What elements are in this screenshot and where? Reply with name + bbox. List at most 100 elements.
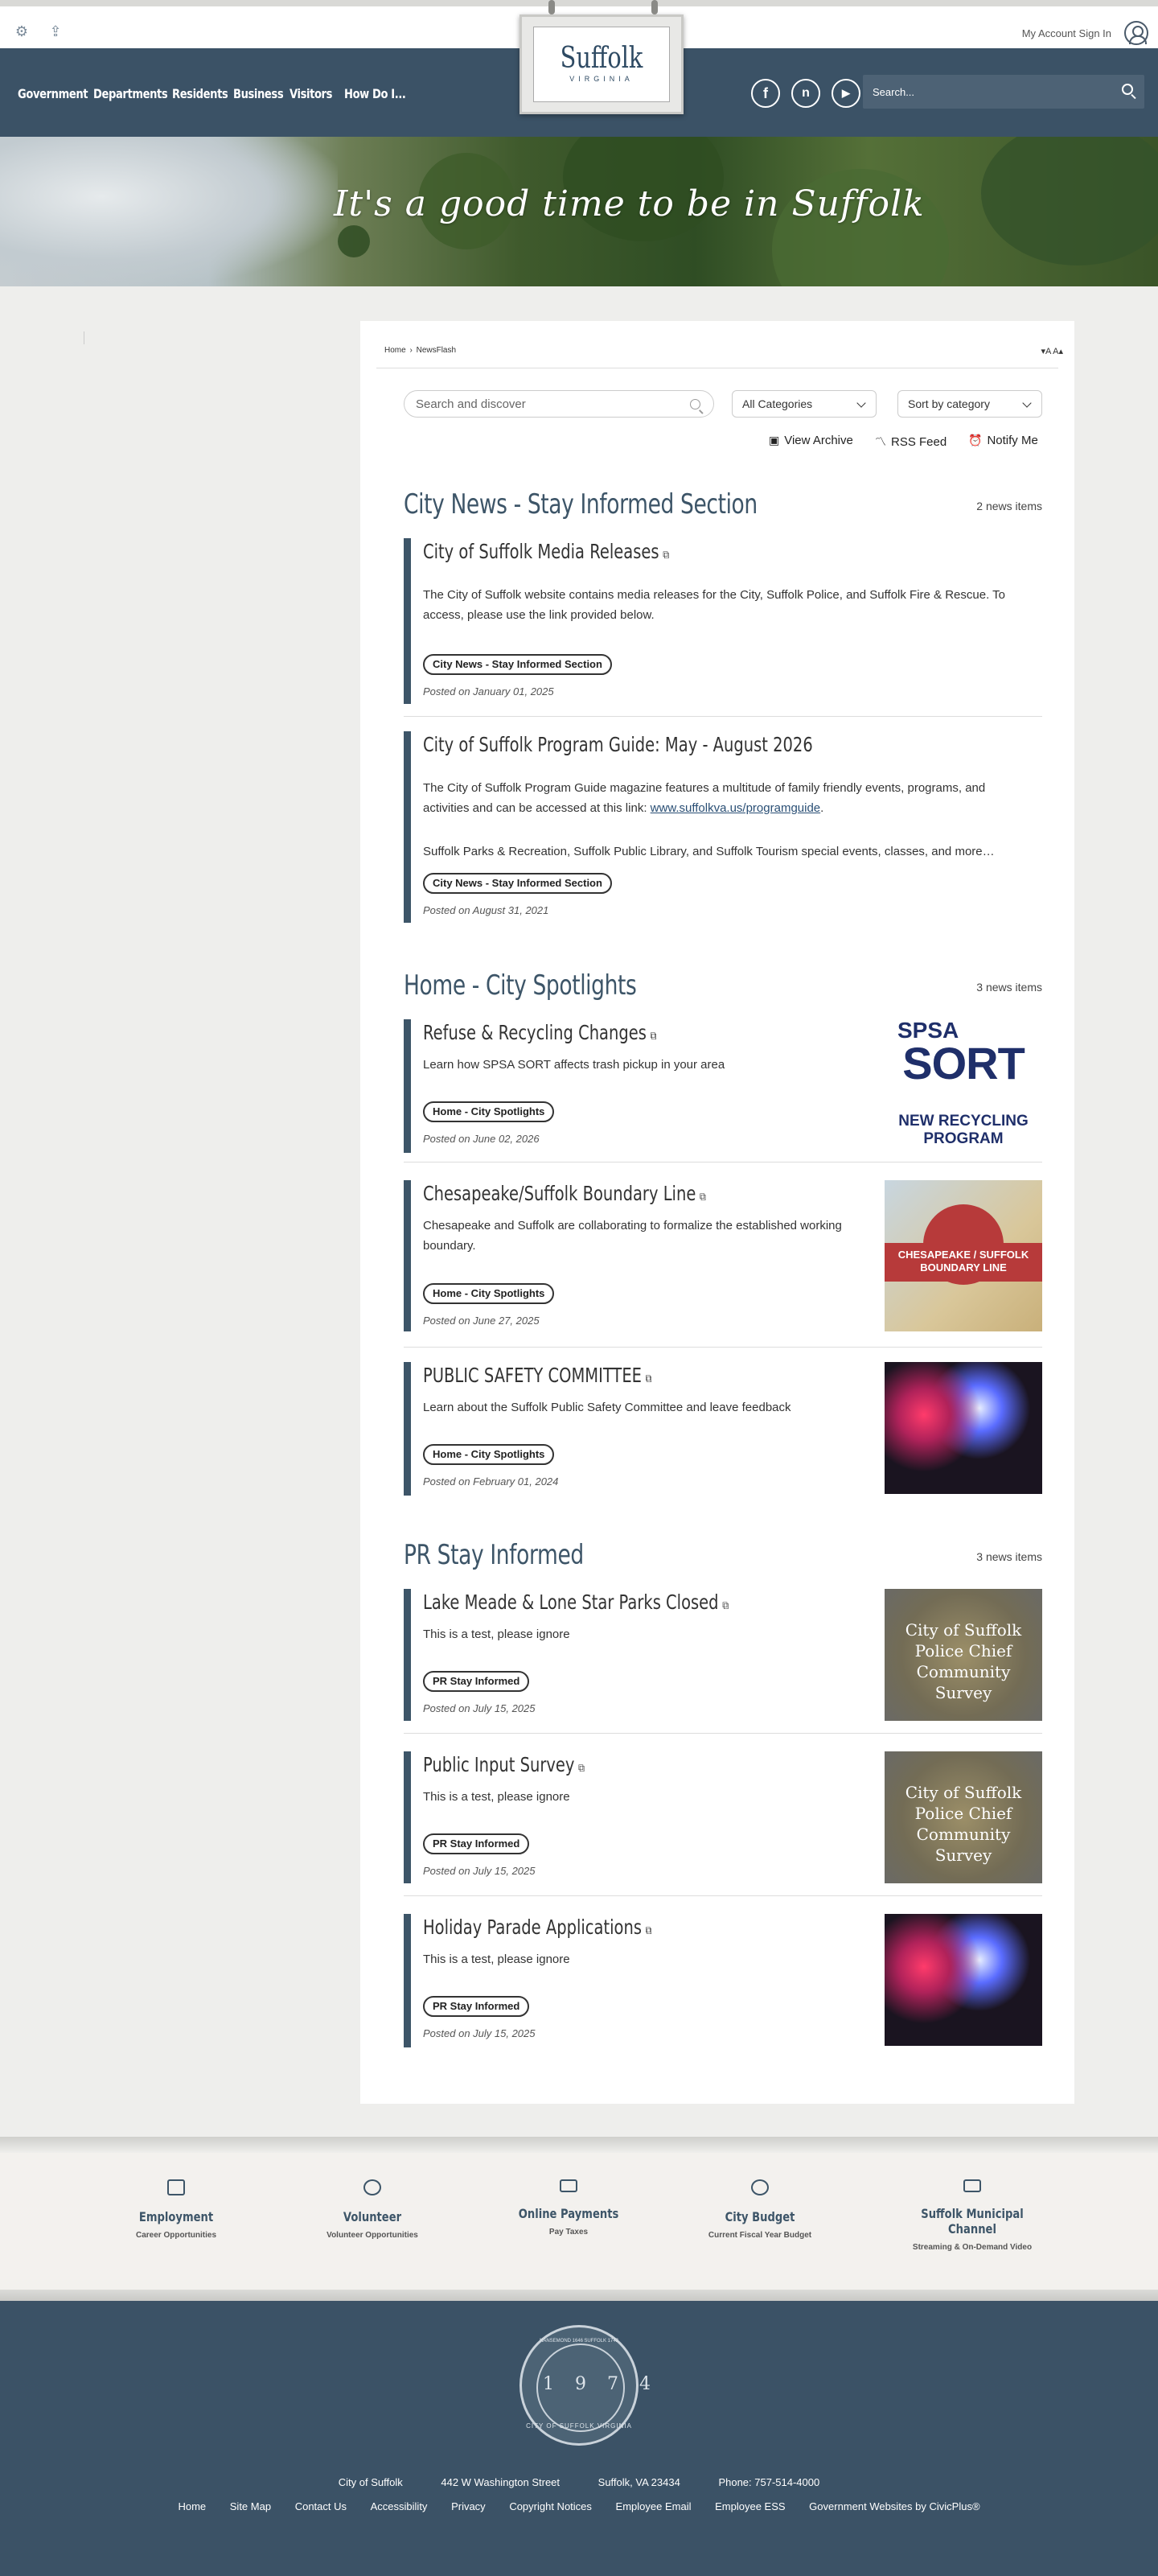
image-text: NEW RECYCLING [898,1113,1029,1130]
nav-item-departments[interactable]: Departments [93,86,168,101]
footer-address: City of Suffolk 442 W Washington Street … [0,2476,1158,2488]
seal-text: SUFFOLK 1742 [584,2339,618,2344]
breadcrumb: Home › NewsFlash [384,346,458,355]
news-item-title-text: Chesapeake/Suffolk Boundary Line [423,1182,696,1205]
posted-date: Posted on August 31, 2021 [423,904,549,916]
section-count: 3 news items [976,981,1042,994]
quick-link-subtitle: Streaming & On-Demand Video [912,2243,1033,2252]
footer-link-contact[interactable]: Contact Us [295,2500,347,2512]
gear-icon[interactable]: ⚙ [13,23,31,40]
survey-image[interactable]: City of Suffolk Police Chief Community S… [885,1751,1042,1883]
nav-item-government[interactable]: Government [18,86,88,101]
account-sign-in-link[interactable]: My Account Sign In [1022,27,1111,39]
footer-link-employee-ess[interactable]: Employee ESS [715,2500,785,2512]
tree-decoration [338,225,370,257]
youtube-icon[interactable]: ▶ [832,79,860,108]
news-item-title-text: PUBLIC SAFETY COMMITTEE [423,1364,642,1387]
category-tag[interactable]: PR Stay Informed [423,1833,530,1854]
footer-link-privacy[interactable]: Privacy [451,2500,486,2512]
category-tag[interactable]: Home - City Spotlights [423,1101,555,1122]
footer-city: Suffolk, VA 23434 [597,2476,680,2488]
program-guide-link[interactable]: www.suffolkva.us/programguide [651,801,821,815]
breadcrumb-home[interactable]: Home [384,346,406,355]
category-tag[interactable]: PR Stay Informed [423,1996,530,2017]
rss-feed-label: RSS Feed [891,435,947,449]
news-item-desc: This is a test, please ignore [423,1953,570,1966]
logo-sign: Suffolk VIRGINIA [533,27,670,102]
search-icon[interactable] [1122,84,1133,95]
police-lights-image[interactable] [885,1914,1042,2046]
facebook-icon[interactable]: f [751,79,780,108]
news-item-title[interactable]: PUBLIC SAFETY COMMITTEE ⧉ [423,1364,651,1387]
posted-date: Posted on June 02, 2026 [423,1133,540,1145]
nav-item-how-do-i[interactable]: How Do I... [344,86,406,101]
quick-link-employment[interactable]: Employment Career Opportunities [92,2179,261,2240]
boundary-map-image[interactable]: CHESAPEAKE / SUFFOLK BOUNDARY LINE [885,1180,1042,1331]
sort-select[interactable]: Sort by category [897,390,1042,418]
footer-link-accessibility[interactable]: Accessibility [371,2500,428,2512]
tree-decoration [981,137,1158,265]
discover-search-input[interactable] [416,397,673,411]
nav-item-residents[interactable]: Residents [172,86,228,101]
news-item: PUBLIC SAFETY COMMITTEE ⧉ Learn about the… [404,1362,1042,1496]
posted-date: Posted on June 27, 2025 [423,1315,540,1327]
footer-link-copyright[interactable]: Copyright Notices [509,2500,592,2512]
news-item: Holiday Parade Applications ⧉ This is a t… [404,1914,1042,2047]
site-logo[interactable]: Suffolk VIRGINIA [519,14,684,114]
site-search-input[interactable] [873,83,1098,101]
quick-link-volunteer[interactable]: Volunteer Volunteer Opportunities [288,2179,457,2240]
quick-link-title: Online Payments [518,2206,619,2221]
font-size-controls[interactable]: ▾A A▴ [1041,346,1063,356]
notify-me-button[interactable]: ⏰ Notify Me [968,434,1038,447]
quick-link-budget[interactable]: City Budget Current Fiscal Year Budget [676,2179,844,2240]
category-tag[interactable]: City News - Stay Informed Section [423,873,612,894]
category-select-value: All Categories [742,397,813,410]
news-item-title[interactable]: Refuse & Recycling Changes ⧉ [423,1021,656,1044]
police-lights-image[interactable] [885,1362,1042,1494]
news-item-desc-more: Suffolk Parks & Recreation, Suffolk Publ… [423,845,995,858]
nextdoor-icon[interactable]: n [791,79,820,108]
quick-links: Employment Career Opportunities Volunteer… [0,2153,1158,2290]
section-title: Home - City Spotlights [404,969,637,1002]
quick-link-subtitle: Volunteer Opportunities [326,2231,418,2240]
item-accent-bar [404,1180,411,1331]
category-tag[interactable]: Home - City Spotlights [423,1283,555,1304]
category-tag[interactable]: Home - City Spotlights [423,1444,555,1465]
footer-link-civicplus[interactable]: Government Websites by CivicPlus® [809,2500,979,2512]
news-item-title[interactable]: Chesapeake/Suffolk Boundary Line ⧉ [423,1182,706,1205]
rss-feed-button[interactable]: 〽 RSS Feed [875,434,947,450]
bell-icon: ⏰ [968,434,983,446]
news-item-title[interactable]: Holiday Parade Applications ⧉ [423,1916,651,1939]
view-archive-button[interactable]: ▣ View Archive [769,434,853,447]
news-item-title-text: Refuse & Recycling Changes [423,1021,647,1044]
user-icon[interactable] [1124,21,1148,45]
image-text: PROGRAM [923,1130,1004,1147]
news-item-desc: This is a test, please ignore [423,1627,570,1641]
survey-image[interactable]: City of Suffolk Police Chief Community S… [885,1589,1042,1721]
quick-link-municipal-channel[interactable]: Suffolk Municipal Channel Streaming & On-… [888,2179,1057,2252]
share-icon[interactable]: ⇪ [47,23,64,40]
rss-icon: 〽 [875,435,886,448]
search-icon[interactable] [690,399,700,409]
quick-link-subtitle: Current Fiscal Year Budget [708,2231,812,2240]
category-select[interactable]: All Categories [732,390,877,418]
nav-item-visitors[interactable]: Visitors [290,86,332,101]
footer-link-employee-email[interactable]: Employee Email [616,2500,692,2512]
spsa-sort-image[interactable]: SPSA SORT NEW RECYCLING PROGRAM [885,1019,1042,1153]
news-item-desc: Learn about the Suffolk Public Safety Co… [423,1401,791,1414]
newsflash-panel: Home › NewsFlash ▾A A▴ All Categories So… [360,321,1074,2104]
quick-link-payments[interactable]: Online Payments Pay Taxes [484,2179,653,2237]
footer-phone[interactable]: Phone: 757-514-4000 [718,2476,819,2488]
news-item-title[interactable]: City of Suffolk Program Guide: May - Aug… [423,733,813,756]
footer-link-site-map[interactable]: Site Map [230,2500,271,2512]
footer-link-home[interactable]: Home [178,2500,206,2512]
external-link-icon: ⧉ [700,1191,706,1204]
category-tag[interactable]: PR Stay Informed [423,1671,530,1692]
news-item-title[interactable]: Public Input Survey ⧉ [423,1753,585,1776]
category-tag[interactable]: City News - Stay Informed Section [423,654,612,675]
nav-item-business[interactable]: Business [233,86,284,101]
view-archive-label: View Archive [784,434,853,447]
quick-link-title: City Budget [725,2209,795,2224]
news-item-title[interactable]: Lake Meade & Lone Star Parks Closed ⧉ [423,1590,729,1614]
news-item-title[interactable]: City of Suffolk Media Releases ⧉ [423,540,669,563]
